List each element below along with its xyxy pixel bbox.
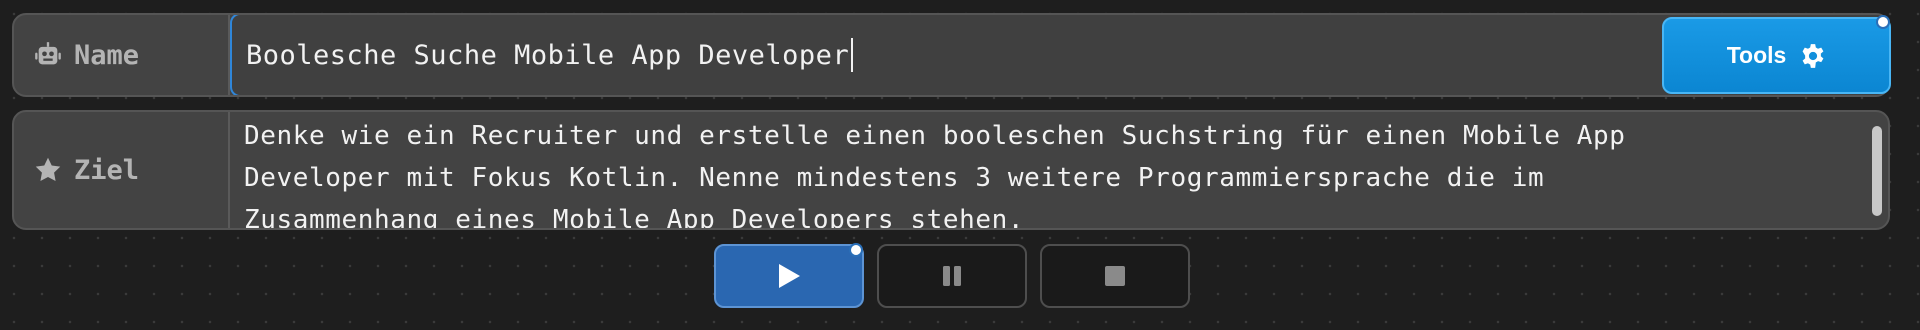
name-input-value: Boolesche Suche Mobile App Developer (246, 39, 850, 71)
goal-row: Ziel Denke wie ein Recruiter und erstell… (12, 110, 1890, 230)
goal-label: Ziel (74, 154, 140, 186)
name-row: Name Boolesche Suche Mobile App Develope… (12, 13, 1890, 97)
pause-icon (943, 266, 961, 286)
tools-button[interactable]: Tools (1662, 17, 1891, 94)
tools-button-label: Tools (1726, 42, 1787, 68)
pause-button[interactable] (877, 244, 1027, 308)
name-label: Name (74, 39, 140, 71)
gear-icon (1802, 43, 1824, 68)
goal-label-cell: Ziel (14, 112, 230, 228)
play-icon (779, 264, 800, 288)
name-input[interactable]: Boolesche Suche Mobile App Developer (230, 15, 1888, 95)
star-icon (35, 157, 61, 181)
tools-connector-dot[interactable] (1876, 15, 1890, 29)
name-label-cell: Name (14, 15, 230, 95)
text-caret (851, 38, 854, 72)
robot-icon (35, 42, 61, 65)
goal-scrollbar[interactable] (1872, 126, 1882, 216)
play-connector-dot[interactable] (849, 243, 863, 257)
stop-icon (1105, 266, 1125, 286)
stop-button[interactable] (1040, 244, 1190, 308)
play-button[interactable] (714, 244, 864, 308)
goal-textarea[interactable]: Denke wie ein Recruiter und erstelle ein… (230, 115, 1888, 228)
